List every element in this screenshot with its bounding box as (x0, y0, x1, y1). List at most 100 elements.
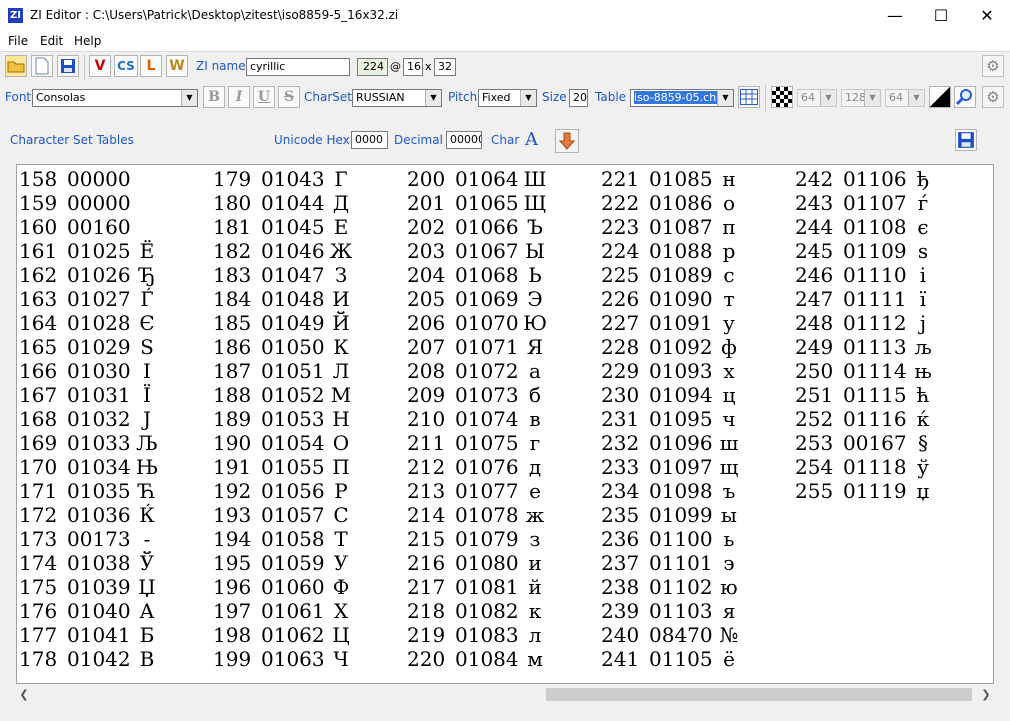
save-table-button[interactable] (955, 129, 977, 151)
table-row[interactable]: 184 01048 И (213, 287, 361, 311)
table-row[interactable]: 254 01118 ў (795, 455, 943, 479)
scroll-right-icon[interactable]: ❯ (978, 686, 994, 703)
open-folder-button[interactable] (5, 55, 27, 77)
table-row[interactable]: 181 01045 Е (213, 215, 361, 239)
table-row[interactable]: 185 01049 Й (213, 311, 361, 335)
table-row[interactable]: 210 01074 в (407, 407, 555, 431)
table-row[interactable]: 251 01115 ћ (795, 383, 943, 407)
table-row[interactable]: 248 01112 ј (795, 311, 943, 335)
table-row[interactable]: 224 01088 р (601, 239, 749, 263)
settings-gear-icon[interactable]: ⚙ (982, 55, 1004, 77)
table-row[interactable]: 183 01047 З (213, 263, 361, 287)
contrast-icon[interactable] (929, 86, 951, 108)
table-row[interactable]: 191 01055 П (213, 455, 361, 479)
table-row[interactable]: 253 00167 § (795, 431, 943, 455)
table-row[interactable]: 206 01070 Ю (407, 311, 555, 335)
table-row[interactable]: 220 01084 м (407, 647, 555, 671)
table-row[interactable]: 238 01102 ю (601, 575, 749, 599)
scroll-left-icon[interactable]: ❮ (16, 686, 32, 703)
table-row[interactable]: 228 01092 ф (601, 335, 749, 359)
table-row[interactable]: 197 01061 Х (213, 599, 361, 623)
size-select-3[interactable]: 64 ▼ (885, 89, 925, 107)
table-row[interactable]: 200 01064 Ш (407, 167, 555, 191)
height-field[interactable]: 32 (434, 58, 456, 76)
l-button[interactable]: L (140, 55, 162, 77)
unicode-hex-input[interactable]: 0000 (351, 131, 388, 149)
charset-select[interactable]: RUSSIAN ▼ (352, 89, 442, 107)
table-row[interactable]: 213 01077 е (407, 479, 555, 503)
table-row[interactable]: 232 01096 ш (601, 431, 749, 455)
table-row[interactable]: 164 01028 Є (19, 311, 167, 335)
menu-edit[interactable]: Edit (40, 34, 63, 48)
close-button[interactable]: ✕ (964, 0, 1010, 31)
table-row[interactable]: 247 01111 ї (795, 287, 943, 311)
table-row[interactable]: 195 01059 У (213, 551, 361, 575)
table-row[interactable]: 244 01108 є (795, 215, 943, 239)
table-row[interactable]: 205 01069 Э (407, 287, 555, 311)
minimize-button[interactable]: — (872, 0, 918, 31)
table-row[interactable]: 222 01086 о (601, 191, 749, 215)
table-row[interactable]: 199 01063 Ч (213, 647, 361, 671)
table-row[interactable]: 173 00173- (19, 527, 167, 551)
decimal-input[interactable]: 00000 (446, 131, 482, 149)
table-row[interactable]: 177 01041 Б (19, 623, 167, 647)
strikeout-button[interactable]: S (278, 86, 300, 108)
table-row[interactable]: 187 01051 Л (213, 359, 361, 383)
table-row[interactable]: 201 01065 Щ (407, 191, 555, 215)
font-select[interactable]: Consolas ▼ (32, 89, 198, 107)
table-row[interactable]: 186 01050 К (213, 335, 361, 359)
table-row[interactable]: 163 01027 Ѓ (19, 287, 167, 311)
table-row[interactable]: 203 01067 Ы (407, 239, 555, 263)
table-row[interactable]: 245 01109 ѕ (795, 239, 943, 263)
table-row[interactable]: 209 01073 б (407, 383, 555, 407)
save-button[interactable] (57, 55, 79, 77)
table-row[interactable]: 246 01110 і (795, 263, 943, 287)
table-row[interactable]: 182 01046 Ж (213, 239, 361, 263)
table-row[interactable]: 252 01116 ќ (795, 407, 943, 431)
table-row[interactable]: 158 00000 (19, 167, 167, 191)
table-row[interactable]: 223 01087 п (601, 215, 749, 239)
settings-gear-icon[interactable]: ⚙ (982, 86, 1004, 108)
table-row[interactable]: 250 01114 њ (795, 359, 943, 383)
zoom-button[interactable] (954, 86, 976, 108)
table-row[interactable]: 227 01091 у (601, 311, 749, 335)
table-row[interactable]: 242 01106 ђ (795, 167, 943, 191)
table-row[interactable]: 226 01090 т (601, 287, 749, 311)
table-row[interactable]: 171 01035 Ћ (19, 479, 167, 503)
table-row[interactable]: 230 01094 ц (601, 383, 749, 407)
table-row[interactable]: 218 01082 к (407, 599, 555, 623)
table-row[interactable]: 221 01085 н (601, 167, 749, 191)
insert-char-button[interactable] (555, 129, 579, 153)
table-row[interactable]: 167 01031 Ї (19, 383, 167, 407)
table-row[interactable]: 255 01119 џ (795, 479, 943, 503)
table-row[interactable]: 175 01039 Џ (19, 575, 167, 599)
table-row[interactable]: 198 01062 Ц (213, 623, 361, 647)
table-row[interactable]: 161 01025 Ё (19, 239, 167, 263)
italic-button[interactable]: I (228, 86, 250, 108)
table-row[interactable]: 234 01098 ъ (601, 479, 749, 503)
table-row[interactable]: 166 01030 І (19, 359, 167, 383)
menu-file[interactable]: File (8, 34, 28, 48)
table-row[interactable]: 189 01053 Н (213, 407, 361, 431)
code-field[interactable]: 224 (357, 58, 388, 76)
pitch-select[interactable]: Fixed ▼ (478, 89, 537, 107)
horizontal-scrollbar[interactable]: ❮ ❯ (16, 686, 994, 703)
table-row[interactable]: 159 00000 (19, 191, 167, 215)
table-row[interactable]: 249 01113 љ (795, 335, 943, 359)
underline-button[interactable]: U (253, 86, 275, 108)
table-row[interactable]: 229 01093 х (601, 359, 749, 383)
size-select-2[interactable]: 128 ▼ (841, 89, 881, 107)
bold-button[interactable]: B (203, 86, 225, 108)
table-row[interactable]: 236 01100 ь (601, 527, 749, 551)
table-row[interactable]: 231 01095 ч (601, 407, 749, 431)
table-row[interactable]: 212 01076 д (407, 455, 555, 479)
table-row[interactable]: 216 01080 и (407, 551, 555, 575)
table-row[interactable]: 179 01043 Г (213, 167, 361, 191)
table-row[interactable]: 235 01099 ы (601, 503, 749, 527)
table-row[interactable]: 194 01058 Т (213, 527, 361, 551)
character-table[interactable]: 158 00000 159 00000 160 00160 161 01025 Ё 162 0102… (16, 164, 994, 684)
table-row[interactable]: 215 01079 з (407, 527, 555, 551)
width-field[interactable]: 16 (403, 58, 423, 76)
table-row[interactable]: 243 01107 ѓ (795, 191, 943, 215)
table-grid-button[interactable] (738, 86, 760, 108)
